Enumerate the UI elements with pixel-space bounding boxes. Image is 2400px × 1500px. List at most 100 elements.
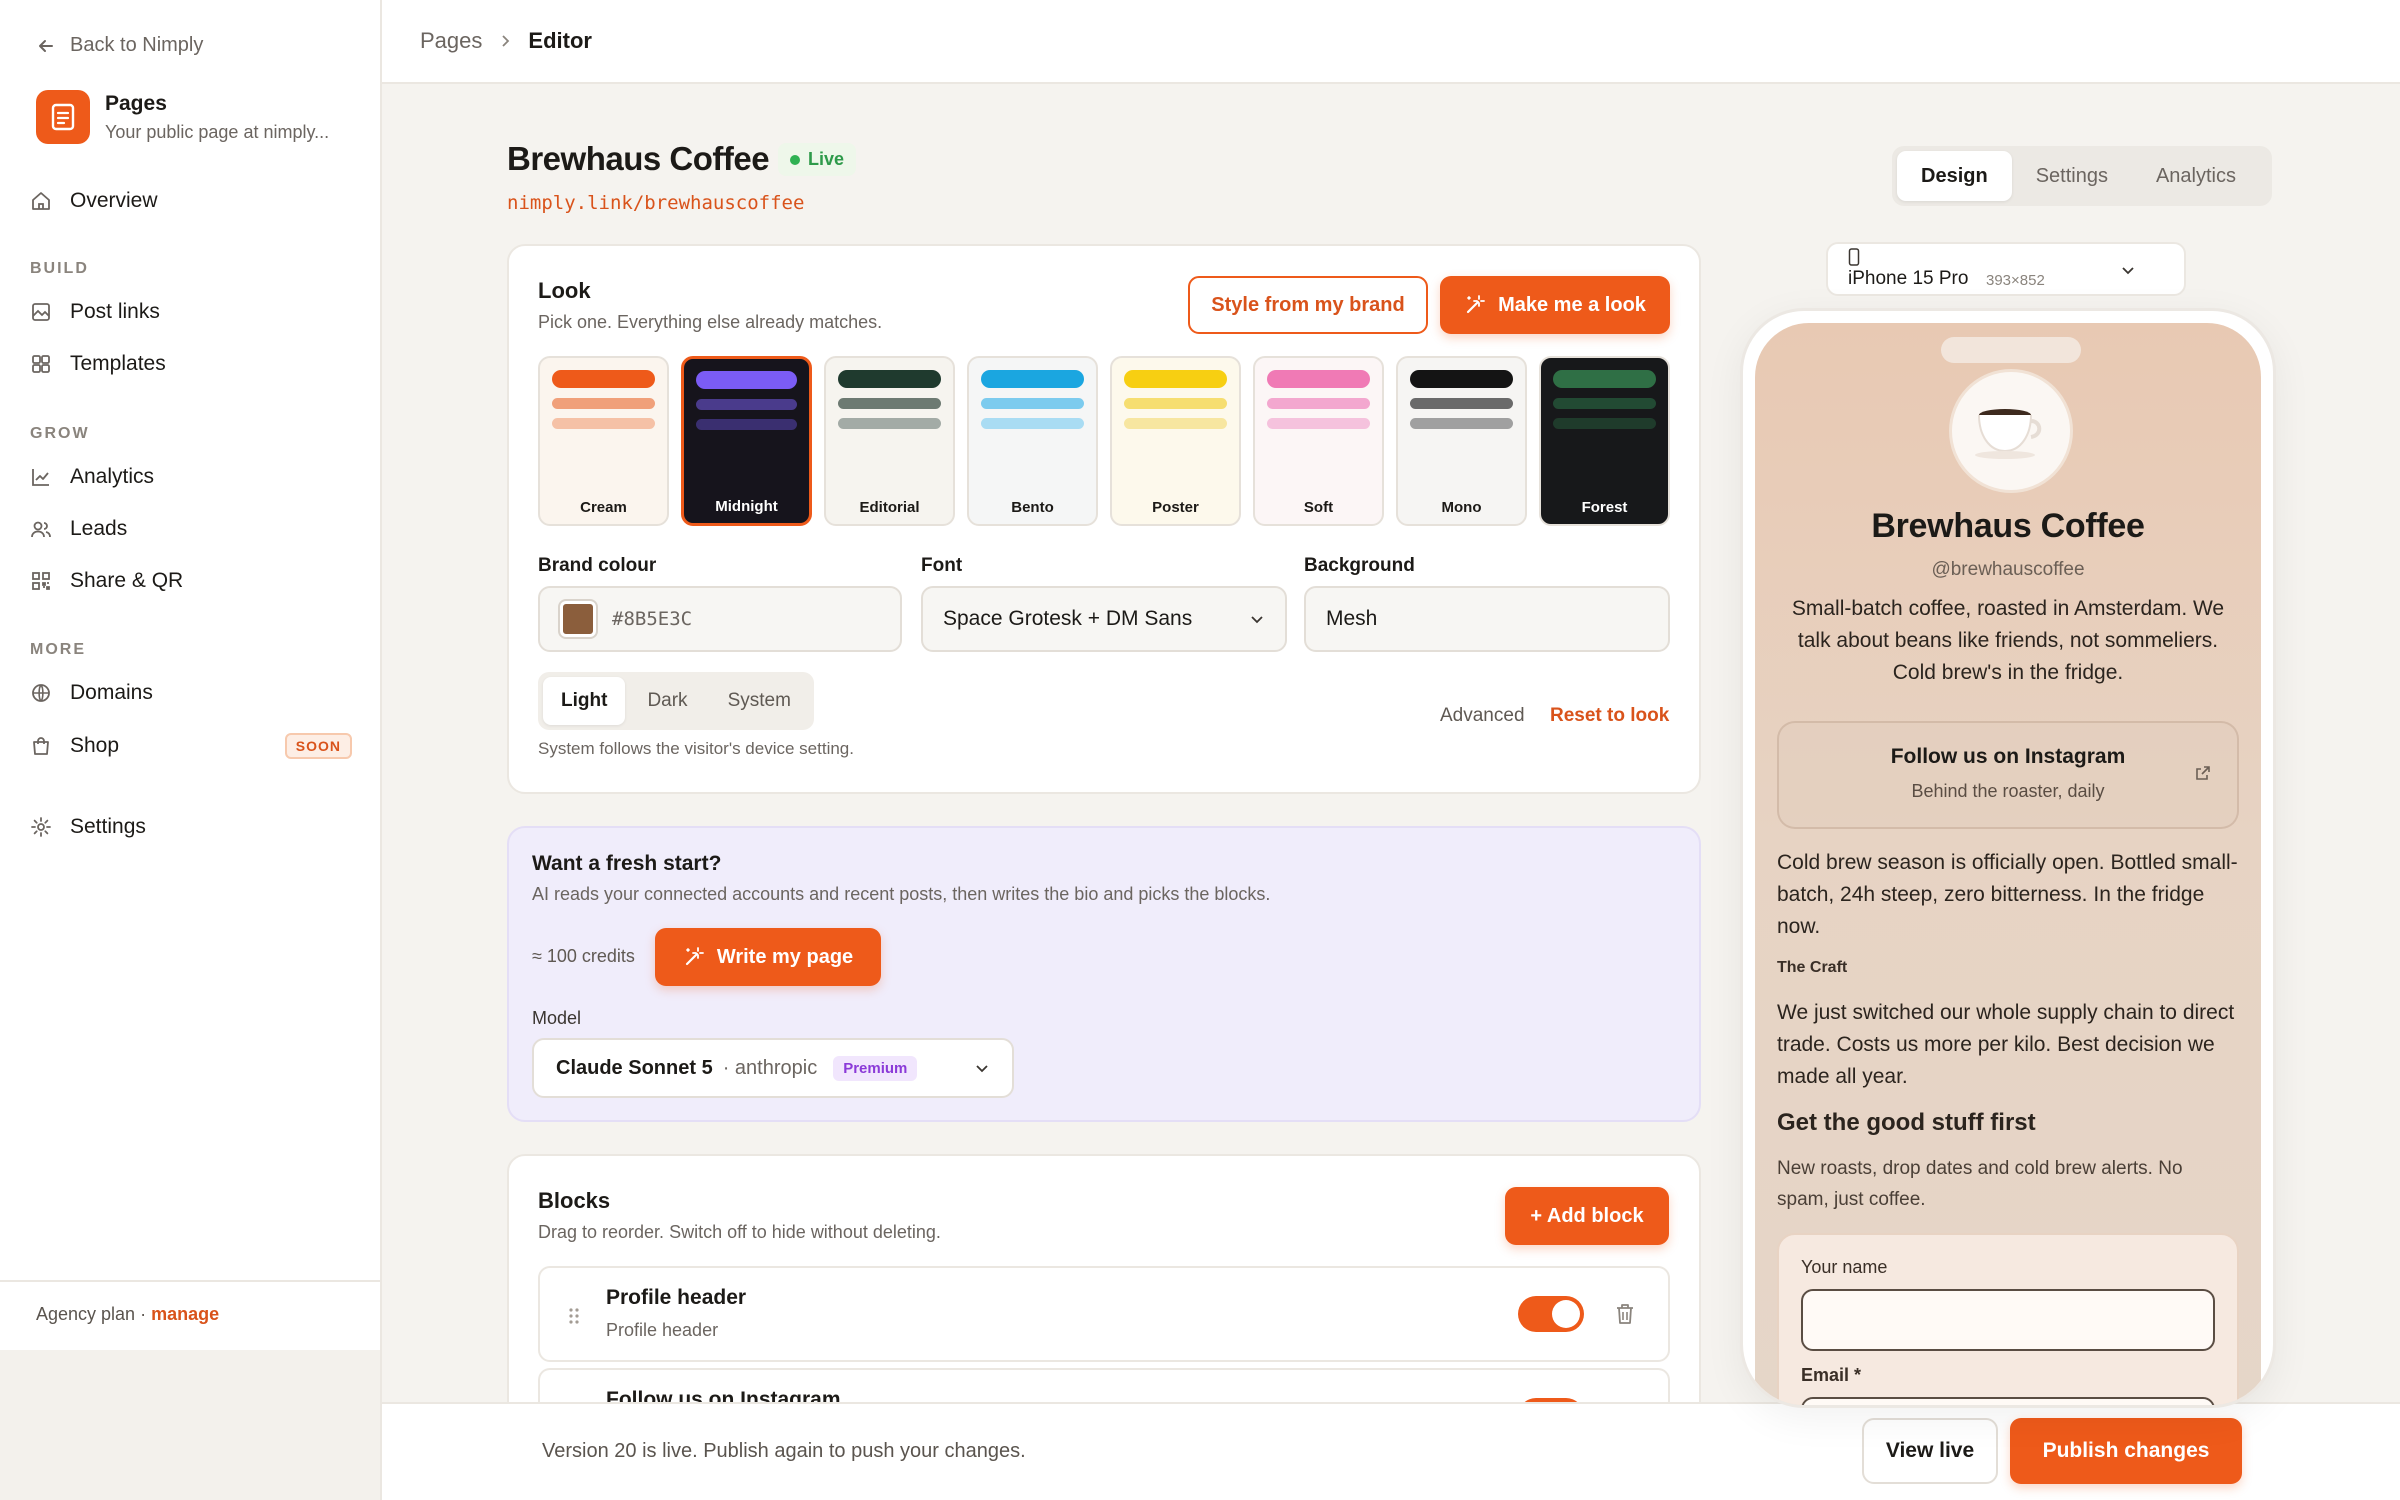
editor-tabs: Design Settings Analytics [1892, 146, 2272, 206]
magic-wand-icon [685, 947, 704, 966]
font-value: Space Grotesk + DM Sans [943, 607, 1193, 630]
background-select[interactable]: Mesh [1304, 586, 1670, 652]
shopping-bag-icon [33, 737, 49, 755]
add-block-button[interactable]: + Add block [1505, 1187, 1669, 1245]
theme-option-editorial[interactable]: Editorial [824, 356, 955, 526]
preview-craft-heading: The Craft [1777, 959, 1848, 976]
sidebar-item-share-qr[interactable]: Share & QR [30, 559, 352, 603]
back-link-label: Back to Nimply [70, 34, 204, 56]
tab-settings[interactable]: Settings [2012, 151, 2132, 201]
mode-dark[interactable]: Dark [629, 677, 705, 725]
sidebar-item-analytics[interactable]: Analytics [30, 455, 352, 499]
theme-name: Mono [1441, 499, 1482, 516]
brand-colour-value: #8B5E3C [612, 608, 693, 630]
sidebar-item-leads[interactable]: Leads [30, 507, 352, 551]
nav-section-grow: GROW [30, 425, 90, 442]
mode-system[interactable]: System [710, 677, 809, 725]
publish-bar: Version 20 is live. Publish again to pus… [382, 1402, 2400, 1500]
sidebar-item-post-links[interactable]: Post links [30, 290, 352, 334]
theme-preview-bar [1410, 370, 1513, 388]
sidebar-item-overview[interactable]: Overview [30, 179, 352, 223]
sidebar-item-settings[interactable]: Settings [30, 805, 352, 849]
nav-section-build: BUILD [30, 260, 89, 277]
device-select[interactable]: iPhone 15 Pro 393×852 [1826, 242, 2186, 296]
breadcrumb-pages[interactable]: Pages [420, 28, 482, 54]
preview-name-label: Your name [1801, 1257, 1888, 1277]
qr-code-icon [32, 572, 50, 590]
style-from-brand-button[interactable]: Style from my brand [1188, 276, 1428, 334]
theme-preview-bar [1267, 398, 1370, 409]
tab-analytics[interactable]: Analytics [2132, 151, 2260, 201]
theme-option-bento[interactable]: Bento [967, 356, 1098, 526]
write-my-page-button[interactable]: Write my page [655, 928, 881, 986]
phone-icon [1848, 248, 1860, 266]
sidebar-item-domains[interactable]: Domains [30, 671, 352, 715]
dynamic-island [1941, 337, 2081, 363]
page-title: Brewhaus Coffee [507, 140, 770, 177]
theme-preview-bar [1124, 370, 1227, 388]
sidebar-item-label: Templates [70, 352, 166, 375]
preview-email-input[interactable] [1801, 1397, 2215, 1405]
mode-light[interactable]: Light [543, 677, 626, 725]
preview-signup-form: Your name Email * [1777, 1233, 2239, 1405]
chart-line-icon [32, 469, 49, 486]
theme-preview-bar [1410, 398, 1513, 409]
font-select[interactable]: Space Grotesk + DM Sans [921, 586, 1287, 652]
publish-status-message: Version 20 is live. Publish again to pus… [542, 1440, 1026, 1462]
theme-option-soft[interactable]: Soft [1253, 356, 1384, 526]
tab-design[interactable]: Design [1897, 151, 2012, 201]
live-dot-icon [790, 154, 800, 165]
block-row-instagram[interactable]: Follow us on Instagram [538, 1368, 1670, 1402]
theme-option-poster[interactable]: Poster [1110, 356, 1241, 526]
sidebar-item-label: Overview [70, 189, 158, 212]
sidebar-item-label: Shop [70, 734, 120, 757]
sidebar-bottom-area [0, 1350, 382, 1500]
page-url[interactable]: nimply.link/brewhauscoffee [507, 192, 804, 214]
trash-icon[interactable] [1614, 1302, 1636, 1326]
preview-signup-heading: Get the good stuff first [1777, 1109, 2036, 1136]
view-live-button[interactable]: View live [1862, 1418, 1998, 1484]
magic-wand-icon [1466, 295, 1485, 314]
block-row-profile-header[interactable]: Profile header Profile header [538, 1266, 1670, 1362]
theme-name: Midnight [715, 498, 778, 515]
preview-name: Brewhaus Coffee [1871, 507, 2145, 545]
advanced-link[interactable]: Advanced [1440, 705, 1525, 727]
brand-colour-swatch[interactable] [558, 599, 598, 639]
preview-name-input[interactable] [1801, 1289, 2215, 1351]
external-link-icon [2196, 766, 2210, 780]
device-size: 393×852 [1986, 272, 2045, 289]
sidebar-item-templates[interactable]: Templates [30, 342, 352, 386]
manage-plan-link[interactable]: manage [151, 1304, 219, 1324]
avatar [1949, 369, 2073, 493]
blocks-title: Blocks [538, 1188, 611, 1213]
theme-preview-bar [552, 370, 655, 388]
theme-preview-bar [1553, 370, 1656, 388]
block-visibility-toggle[interactable] [1518, 1296, 1584, 1332]
theme-option-cream[interactable]: Cream [538, 356, 669, 526]
theme-preview-bar [838, 398, 941, 409]
preview-link-subtitle: Behind the roaster, daily [1911, 781, 2105, 801]
plan-footer: Agency plan · manage [0, 1280, 382, 1350]
preview-email-label: Email * [1801, 1365, 1862, 1385]
preview-instagram-link[interactable]: Follow us on Instagram Behind the roaste… [1777, 721, 2239, 829]
theme-option-mono[interactable]: Mono [1396, 356, 1527, 526]
theme-option-midnight[interactable]: Midnight [681, 356, 812, 526]
arrow-left-icon [39, 39, 53, 52]
theme-name: Soft [1303, 499, 1334, 516]
theme-preview-bar [981, 398, 1084, 409]
gear-icon [31, 817, 51, 837]
grid-icon [32, 355, 50, 373]
credits-estimate: ≈ 100 credits [532, 946, 635, 966]
make-me-a-look-button[interactable]: Make me a look [1440, 276, 1670, 334]
mode-hint: System follows the visitor's device sett… [538, 739, 854, 758]
home-icon [32, 192, 50, 210]
publish-changes-button[interactable]: Publish changes [2010, 1418, 2242, 1484]
sidebar-item-shop[interactable]: Shop SOON [30, 724, 352, 768]
brand-colour-field[interactable]: #8B5E3C [538, 586, 902, 652]
theme-option-forest[interactable]: Forest [1539, 356, 1670, 526]
back-link[interactable]: Back to Nimply [36, 34, 203, 57]
model-select[interactable]: Claude Sonnet 5 · anthropic Premium [532, 1038, 1014, 1098]
theme-name: Forest [1581, 499, 1628, 516]
reset-to-look-link[interactable]: Reset to look [1550, 705, 1669, 727]
drag-handle-icon[interactable] [568, 1306, 580, 1326]
